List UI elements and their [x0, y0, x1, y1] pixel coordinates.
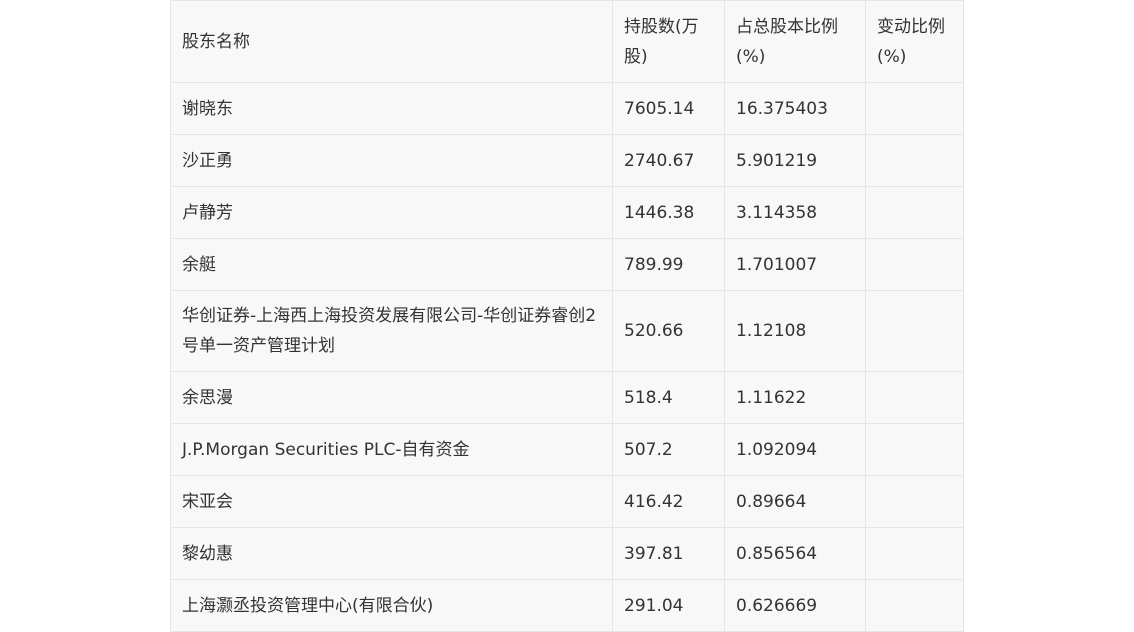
shares-cell: 397.81 — [612, 527, 725, 580]
holder-name-cell: 宋亚会 — [170, 475, 613, 528]
holder-name-cell: 黎幼惠 — [170, 527, 613, 580]
table-row: 华创证券-上海西上海投资发展有限公司-华创证券睿创2号单一资产管理计划 520.… — [170, 290, 964, 372]
table-row: 余艇 789.99 1.701007 — [170, 238, 964, 291]
change-cell — [865, 475, 964, 528]
ratio-cell: 3.114358 — [724, 186, 866, 239]
change-cell — [865, 238, 964, 291]
holder-name-cell: J.P.Morgan Securities PLC-自有资金 — [170, 423, 613, 476]
table-row: 黎幼惠 397.81 0.856564 — [170, 527, 964, 580]
change-cell — [865, 527, 964, 580]
header-row: 股东名称 持股数(万股) 占总股本比例(%) 变动比例(%) — [170, 0, 964, 83]
holder-name-cell: 华创证券-上海西上海投资发展有限公司-华创证券睿创2号单一资产管理计划 — [170, 290, 613, 372]
change-cell — [865, 186, 964, 239]
header-shares: 持股数(万股) — [612, 0, 725, 83]
table-row: 沙正勇 2740.67 5.901219 — [170, 134, 964, 187]
holder-name-cell: 谢晓东 — [170, 82, 613, 135]
change-cell — [865, 579, 964, 632]
change-cell — [865, 82, 964, 135]
table-header: 股东名称 持股数(万股) 占总股本比例(%) 变动比例(%) — [170, 0, 964, 83]
ratio-cell: 1.12108 — [724, 290, 866, 372]
ratio-cell: 1.701007 — [724, 238, 866, 291]
shares-cell: 520.66 — [612, 290, 725, 372]
change-cell — [865, 423, 964, 476]
ratio-cell: 0.626669 — [724, 579, 866, 632]
table-row: 卢静芳 1446.38 3.114358 — [170, 186, 964, 239]
shares-cell: 416.42 — [612, 475, 725, 528]
ratio-cell: 0.856564 — [724, 527, 866, 580]
shares-cell: 518.4 — [612, 371, 725, 424]
header-change-ratio: 变动比例(%) — [865, 0, 964, 83]
shares-cell: 291.04 — [612, 579, 725, 632]
change-cell — [865, 371, 964, 424]
holder-name-cell: 余思漫 — [170, 371, 613, 424]
header-share-ratio: 占总股本比例(%) — [724, 0, 866, 83]
change-cell — [865, 290, 964, 372]
table-row: 宋亚会 416.42 0.89664 — [170, 475, 964, 528]
table-row: 谢晓东 7605.14 16.375403 — [170, 82, 964, 135]
shareholders-table: 股东名称 持股数(万股) 占总股本比例(%) 变动比例(%) 谢晓东 7605.… — [170, 0, 964, 632]
shares-cell: 507.2 — [612, 423, 725, 476]
holder-name-cell: 余艇 — [170, 238, 613, 291]
table-row: J.P.Morgan Securities PLC-自有资金 507.2 1.0… — [170, 423, 964, 476]
ratio-cell: 5.901219 — [724, 134, 866, 187]
shares-cell: 1446.38 — [612, 186, 725, 239]
shares-cell: 789.99 — [612, 238, 725, 291]
holder-name-cell: 上海灏丞投资管理中心(有限合伙) — [170, 579, 613, 632]
table-row: 上海灏丞投资管理中心(有限合伙) 291.04 0.626669 — [170, 579, 964, 632]
shares-cell: 2740.67 — [612, 134, 725, 187]
ratio-cell: 0.89664 — [724, 475, 866, 528]
ratio-cell: 1.11622 — [724, 371, 866, 424]
table-row: 余思漫 518.4 1.11622 — [170, 371, 964, 424]
header-holder-name: 股东名称 — [170, 0, 613, 83]
holder-name-cell: 沙正勇 — [170, 134, 613, 187]
holder-name-cell: 卢静芳 — [170, 186, 613, 239]
change-cell — [865, 134, 964, 187]
ratio-cell: 1.092094 — [724, 423, 866, 476]
ratio-cell: 16.375403 — [724, 82, 866, 135]
table-body: 谢晓东 7605.14 16.375403 沙正勇 2740.67 5.9012… — [170, 82, 964, 632]
shares-cell: 7605.14 — [612, 82, 725, 135]
